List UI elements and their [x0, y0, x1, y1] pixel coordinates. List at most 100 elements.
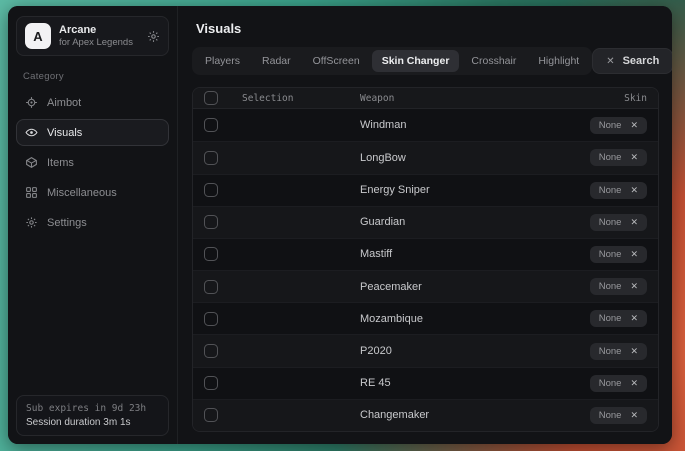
tab-skin-changer[interactable]: Skin Changer	[372, 50, 460, 72]
sidebar-item-visuals[interactable]: Visuals	[16, 119, 169, 146]
column-header-selection: Selection	[242, 93, 360, 104]
sidebar-item-settings[interactable]: Settings	[16, 209, 169, 236]
brand-card: A Arcane for Apex Legends	[16, 16, 169, 56]
app-name: Arcane	[59, 24, 139, 37]
app-window: A Arcane for Apex Legends Category	[8, 6, 672, 444]
grid-icon	[25, 186, 38, 199]
skin-badge[interactable]: None ✕	[590, 117, 647, 134]
select-all-checkbox[interactable]	[204, 91, 218, 105]
weapon-name: Mastiff	[360, 248, 551, 260]
close-icon[interactable]: ✕	[630, 378, 638, 389]
tab-label: Highlight	[538, 55, 579, 67]
skin-value: None	[599, 152, 622, 163]
close-icon[interactable]: ✕	[630, 120, 638, 131]
table-row[interactable]: RE 45 None ✕	[193, 367, 658, 399]
app-logo: A	[25, 23, 51, 49]
sidebar-item-miscellaneous[interactable]: Miscellaneous	[16, 179, 169, 206]
weapon-name: Changemaker	[360, 409, 551, 421]
skin-badge[interactable]: None ✕	[590, 246, 647, 263]
row-checkbox[interactable]	[204, 312, 218, 326]
skin-badge[interactable]: None ✕	[590, 407, 647, 424]
close-icon[interactable]: ✕	[630, 217, 638, 228]
table-row[interactable]: P2020 None ✕	[193, 334, 658, 366]
app-subtitle: for Apex Legends	[59, 37, 139, 49]
tab-label: Radar	[262, 55, 291, 67]
row-checkbox[interactable]	[204, 151, 218, 165]
box-icon	[25, 156, 38, 169]
row-checkbox[interactable]	[204, 118, 218, 132]
tab-label: Skin Changer	[382, 55, 450, 67]
column-header-weapon: Weapon	[360, 93, 551, 104]
tab-crosshair[interactable]: Crosshair	[461, 50, 526, 72]
table-body: Windman None ✕ LongBow	[193, 109, 658, 431]
column-header-skin: Skin	[551, 93, 647, 104]
tab-label: Crosshair	[471, 55, 516, 67]
skin-badge[interactable]: None ✕	[590, 182, 647, 199]
table-row[interactable]: LongBow None ✕	[193, 141, 658, 173]
row-checkbox[interactable]	[204, 183, 218, 197]
toolbar: Players Radar OffScreen Skin Changer Cro…	[178, 47, 672, 75]
table-row[interactable]: Mozambique None ✕	[193, 302, 658, 334]
tab-label: OffScreen	[313, 55, 360, 67]
sidebar-item-items[interactable]: Items	[16, 149, 169, 176]
table-row[interactable]: Windman None ✕	[193, 109, 658, 141]
sidebar: A Arcane for Apex Legends Category	[8, 6, 178, 444]
table-row[interactable]: Peacemaker None ✕	[193, 270, 658, 302]
skin-value: None	[599, 281, 622, 292]
table-row[interactable]: Mastiff None ✕	[193, 238, 658, 270]
skin-value: None	[599, 410, 622, 421]
sub-expiry-text: Sub expires in 9d 23h	[26, 403, 159, 414]
row-checkbox[interactable]	[204, 280, 218, 294]
tab-highlight[interactable]: Highlight	[528, 50, 589, 72]
tab-bar: Players Radar OffScreen Skin Changer Cro…	[192, 47, 592, 75]
close-icon[interactable]: ✕	[630, 410, 638, 421]
row-checkbox[interactable]	[204, 408, 218, 422]
tab-label: Players	[205, 55, 240, 67]
weapon-name: Guardian	[360, 216, 551, 228]
sidebar-item-label: Settings	[47, 217, 87, 229]
row-checkbox[interactable]	[204, 247, 218, 261]
close-icon[interactable]: ✕	[630, 152, 638, 163]
row-checkbox[interactable]	[204, 344, 218, 358]
close-icon[interactable]: ✕	[630, 281, 638, 292]
skin-badge[interactable]: None ✕	[590, 278, 647, 295]
sidebar-item-label: Aimbot	[47, 97, 81, 109]
skin-value: None	[599, 378, 622, 389]
crosshair-icon	[25, 96, 38, 109]
search-button[interactable]: ✕ Search	[592, 48, 672, 74]
close-icon[interactable]: ✕	[630, 185, 638, 196]
sidebar-item-label: Visuals	[47, 127, 82, 139]
skin-badge[interactable]: None ✕	[590, 375, 647, 392]
sidebar-item-aimbot[interactable]: Aimbot	[16, 89, 169, 116]
close-icon[interactable]: ✕	[630, 249, 638, 260]
row-checkbox[interactable]	[204, 376, 218, 390]
weapon-name: Peacemaker	[360, 281, 551, 293]
close-icon[interactable]: ✕	[630, 346, 638, 357]
search-icon: ✕	[606, 56, 614, 67]
eye-icon	[25, 126, 38, 139]
weapon-name: P2020	[360, 345, 551, 357]
weapon-name: Windman	[360, 119, 551, 131]
close-icon[interactable]: ✕	[630, 313, 638, 324]
sidebar-nav: Aimbot Visuals	[16, 89, 169, 236]
skin-badge[interactable]: None ✕	[590, 343, 647, 360]
skin-value: None	[599, 120, 622, 131]
row-checkbox[interactable]	[204, 215, 218, 229]
sidebar-item-label: Miscellaneous	[47, 187, 117, 199]
tab-players[interactable]: Players	[195, 50, 250, 72]
table-row[interactable]: Guardian None ✕	[193, 206, 658, 238]
sidebar-item-label: Items	[47, 157, 74, 169]
table-row[interactable]: Energy Sniper None ✕	[193, 174, 658, 206]
weapon-name: RE 45	[360, 377, 551, 389]
skin-badge[interactable]: None ✕	[590, 149, 647, 166]
gear-icon[interactable]	[147, 30, 160, 43]
skin-badge[interactable]: None ✕	[590, 214, 647, 231]
skin-value: None	[599, 313, 622, 324]
skin-badge[interactable]: None ✕	[590, 310, 647, 327]
table-row[interactable]: Changemaker None ✕	[193, 399, 658, 431]
session-duration-text: Session duration 3m 1s	[26, 417, 159, 428]
search-button-label: Search	[623, 55, 660, 67]
tab-offscreen[interactable]: OffScreen	[303, 50, 370, 72]
weapon-name: Mozambique	[360, 313, 551, 325]
tab-radar[interactable]: Radar	[252, 50, 301, 72]
